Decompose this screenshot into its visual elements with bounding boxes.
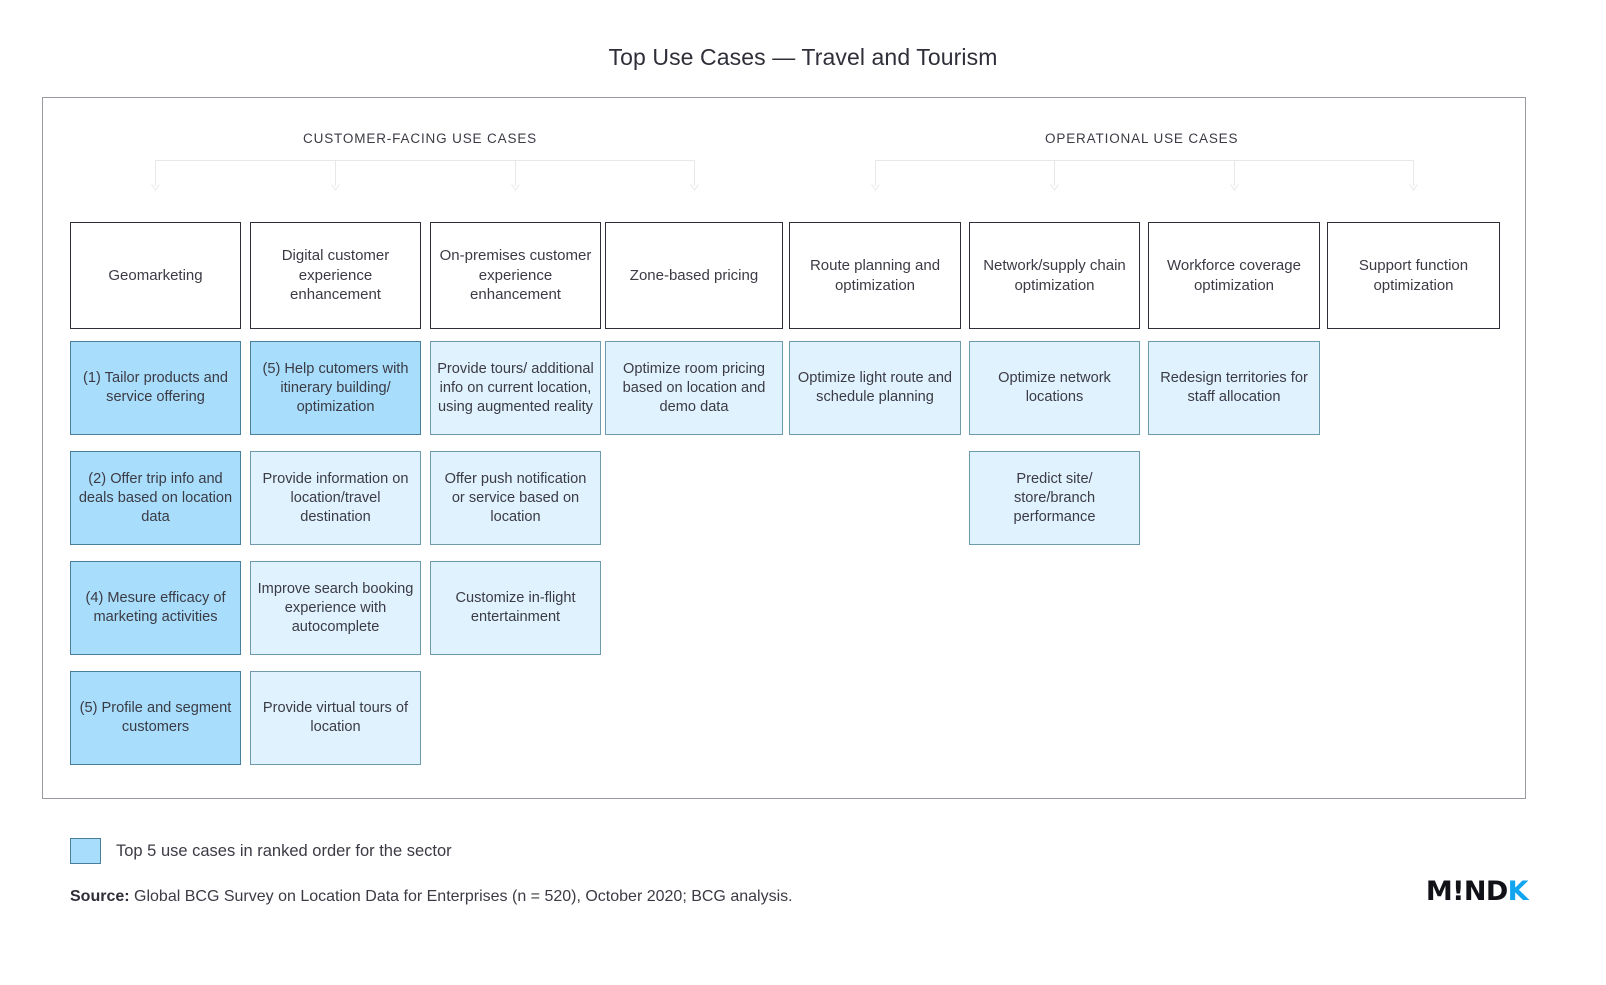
arrow-down-icon <box>1050 184 1059 191</box>
category-header-label: On-premises customer experience enhancem… <box>439 247 592 304</box>
bracket-connector-line <box>515 160 516 186</box>
arrow-down-icon <box>1229 184 1239 191</box>
arrow-down-icon <box>1409 184 1418 191</box>
mindk-logo: M!NDK <box>1425 876 1529 907</box>
source-note: Source: Global BCG Survey on Location Da… <box>70 888 793 906</box>
bracket-connector-line <box>1233 160 1235 186</box>
use-case-box[interactable]: Provide tours/ additional info on curren… <box>430 341 601 435</box>
use-case-box[interactable]: Optimize room pricing based on location … <box>605 341 783 435</box>
source-prefix: Source: <box>70 888 130 905</box>
use-case-label: (5) Profile and segment customers <box>79 700 232 735</box>
use-case-box-ranked[interactable]: (5) Profile and segment customers <box>70 671 241 765</box>
use-case-label: Provide virtual tours of location <box>262 700 409 735</box>
category-header-label: Workforce coverage optimization <box>1167 257 1301 294</box>
use-case-label: Predict site/ store/branch performance <box>1013 470 1096 525</box>
use-case-box[interactable]: Customize in-flight entertainment <box>430 561 601 655</box>
use-case-label: Provide information on location/travel d… <box>262 470 409 525</box>
use-case-label: (1) Tailor products and service offering <box>83 370 228 405</box>
bracket-horizontal-bar <box>874 160 1413 161</box>
use-case-label: (4) Mesure efficacy of marketing activit… <box>85 590 226 625</box>
use-case-box[interactable]: Provide information on location/travel d… <box>250 451 421 545</box>
bracket-connector-line <box>155 160 156 186</box>
logo-main: M!ND <box>1425 876 1508 907</box>
category-header-box: Geomarketing <box>70 222 241 329</box>
group-label-customer-facing: CUSTOMER-FACING USE CASES <box>303 131 538 146</box>
use-case-label: Provide tours/ additional info on curren… <box>437 360 594 415</box>
bracket-connector-line <box>335 160 336 186</box>
arrow-down-icon <box>689 184 699 191</box>
arrow-down-icon <box>151 184 160 191</box>
category-header-label: Geomarketing <box>108 266 203 284</box>
use-case-box-ranked[interactable]: (5) Help cutomers with itinerary buildin… <box>250 341 421 435</box>
arrow-down-icon <box>511 184 520 191</box>
legend-swatch <box>70 838 101 864</box>
category-header-label: Digital customer experience enhancement <box>281 247 390 304</box>
category-header-label: Route planning and optimization <box>809 257 941 294</box>
use-case-label: Improve search booking experience with a… <box>257 580 414 635</box>
group-label-operational: OPERATIONAL USE CASES <box>1045 131 1239 146</box>
use-case-box[interactable]: Offer push notification or service based… <box>430 451 601 545</box>
category-header-box: Zone-based pricing <box>605 222 783 329</box>
legend: Top 5 use cases in ranked order for the … <box>70 838 452 864</box>
use-case-box[interactable]: Redesign territories for staff allocatio… <box>1148 341 1320 435</box>
category-header-label: Support function optimization <box>1358 257 1469 294</box>
use-case-box[interactable]: Predict site/ store/branch performance <box>969 451 1140 545</box>
use-case-box[interactable]: Improve search booking experience with a… <box>250 561 421 655</box>
category-header-label: Zone-based pricing <box>629 266 759 284</box>
category-header-label: Network/supply chain optimization <box>983 257 1126 294</box>
use-case-label: Redesign territories for staff allocatio… <box>1160 370 1308 405</box>
category-header-box: Digital customer experience enhancement <box>250 222 421 329</box>
bracket-horizontal-bar <box>155 160 694 161</box>
logo-accent: K <box>1507 876 1529 907</box>
arrow-down-icon <box>870 184 880 191</box>
bracket-connector-line <box>874 160 876 186</box>
use-case-label: Optimize light route and schedule planni… <box>797 370 953 405</box>
use-case-box-ranked[interactable]: (2) Offer trip info and deals based on l… <box>70 451 241 545</box>
use-case-box[interactable]: Provide virtual tours of location <box>250 671 421 765</box>
use-case-box-ranked[interactable]: (4) Mesure efficacy of marketing activit… <box>70 561 241 655</box>
bracket-connector-line <box>1054 160 1055 186</box>
use-case-label: (2) Offer trip info and deals based on l… <box>78 470 233 525</box>
use-case-label: Customize in-flight entertainment <box>455 590 576 625</box>
use-case-label: Optimize network locations <box>998 370 1111 405</box>
use-case-label: Offer push notification or service based… <box>444 470 587 525</box>
arrow-down-icon <box>331 184 340 191</box>
use-case-box[interactable]: Optimize network locations <box>969 341 1140 435</box>
category-header-box: Support function optimization <box>1327 222 1500 329</box>
slide-canvas: Top Use Cases — Travel and Tourism CUSTO… <box>0 0 1606 985</box>
category-header-box: On-premises customer experience enhancem… <box>430 222 601 329</box>
use-case-label: Optimize room pricing based on location … <box>622 360 766 415</box>
use-case-box-ranked[interactable]: (1) Tailor products and service offering <box>70 341 241 435</box>
bracket-connector-line <box>1413 160 1414 186</box>
page-title: Top Use Cases — Travel and Tourism <box>608 44 998 70</box>
bracket-customer-facing <box>151 160 699 192</box>
bracket-connector-line <box>693 160 695 186</box>
legend-label: Top 5 use cases in ranked order for the … <box>116 841 452 860</box>
bracket-operational <box>870 160 1418 192</box>
category-header-box: Network/supply chain optimization <box>969 222 1140 329</box>
category-header-box: Workforce coverage optimization <box>1148 222 1320 329</box>
source-text: Global BCG Survey on Location Data for E… <box>129 888 793 905</box>
use-case-box[interactable]: Optimize light route and schedule planni… <box>789 341 961 435</box>
category-header-box: Route planning and optimization <box>789 222 961 329</box>
use-case-label: (5) Help cutomers with itinerary buildin… <box>262 360 409 415</box>
